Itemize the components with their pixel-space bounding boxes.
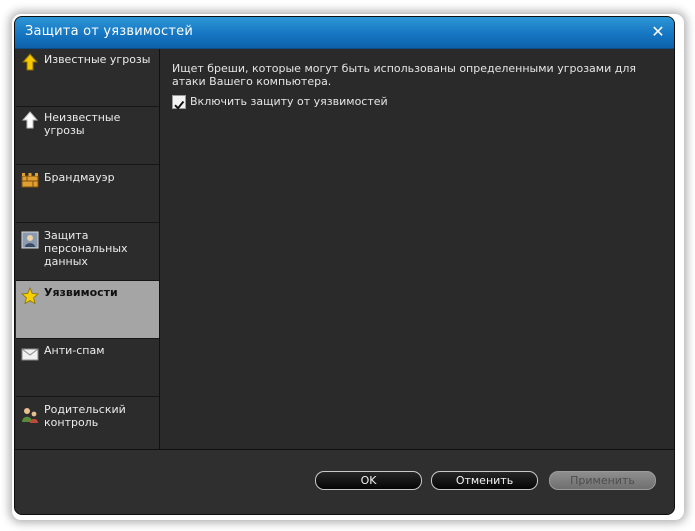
title-bar[interactable]: Защита от уязвимостей ✕ (15, 17, 674, 49)
vulnerability-protection-dialog: Защита от уязвимостей ✕ Известные угрозы… (14, 16, 675, 515)
description-text: Ищет бреши, которые могут быть использов… (172, 62, 636, 88)
apply-button[interactable]: Применить (549, 471, 656, 490)
sidebar-item-personal-data[interactable]: Защита персональных данных (16, 223, 159, 281)
sidebar-item-label: Неизвестные угрозы (44, 111, 121, 137)
enable-vulnerability-protection-checkbox[interactable] (172, 95, 186, 110)
sidebar-item-label: Родительский контроль (44, 403, 126, 429)
sidebar-item-label: Защита персональных данных (44, 229, 128, 268)
sidebar-item-parental-control[interactable]: Родительский контроль (16, 397, 159, 454)
sidebar-item-vulnerabilities[interactable]: Уязвимости (16, 281, 159, 339)
close-button[interactable]: ✕ (649, 23, 667, 41)
sidebar-item-firewall[interactable]: Брандмауэр (16, 165, 159, 223)
firewall-wall-icon (21, 173, 39, 188)
arrow-up-white-icon (21, 111, 39, 129)
sidebar-item-unknown-threats[interactable]: Неизвестные угрозы (16, 107, 159, 165)
sidebar-item-label: Анти-спам (44, 344, 105, 357)
arrow-up-yellow-icon (21, 53, 39, 71)
star-icon (21, 287, 39, 305)
button-bar: OK Отменить Применить (15, 449, 674, 514)
family-icon (22, 408, 38, 423)
cancel-button[interactable]: Отменить (431, 471, 538, 490)
sidebar-item-label: Известные угрозы (44, 53, 151, 66)
sidebar-item-label: Брандмауэр (44, 171, 115, 184)
sidebar-item-label: Уязвимости (44, 286, 118, 299)
sidebar-item-known-threats[interactable]: Известные угрозы (16, 49, 159, 107)
sidebar: Известные угрозы Неизвестные угрозы Бран… (16, 49, 160, 449)
checkbox-label: Включить защиту от уязвимостей (190, 95, 388, 108)
content-panel: Ищет бреши, которые могут быть использов… (160, 49, 674, 449)
envelope-icon (21, 348, 39, 361)
sidebar-item-antispam[interactable]: Анти-спам (16, 339, 159, 397)
personal-data-icon (21, 231, 39, 249)
ok-button[interactable]: OK (315, 471, 422, 490)
checkmark-icon (174, 100, 185, 110)
window-title: Защита от уязвимостей (25, 24, 193, 39)
